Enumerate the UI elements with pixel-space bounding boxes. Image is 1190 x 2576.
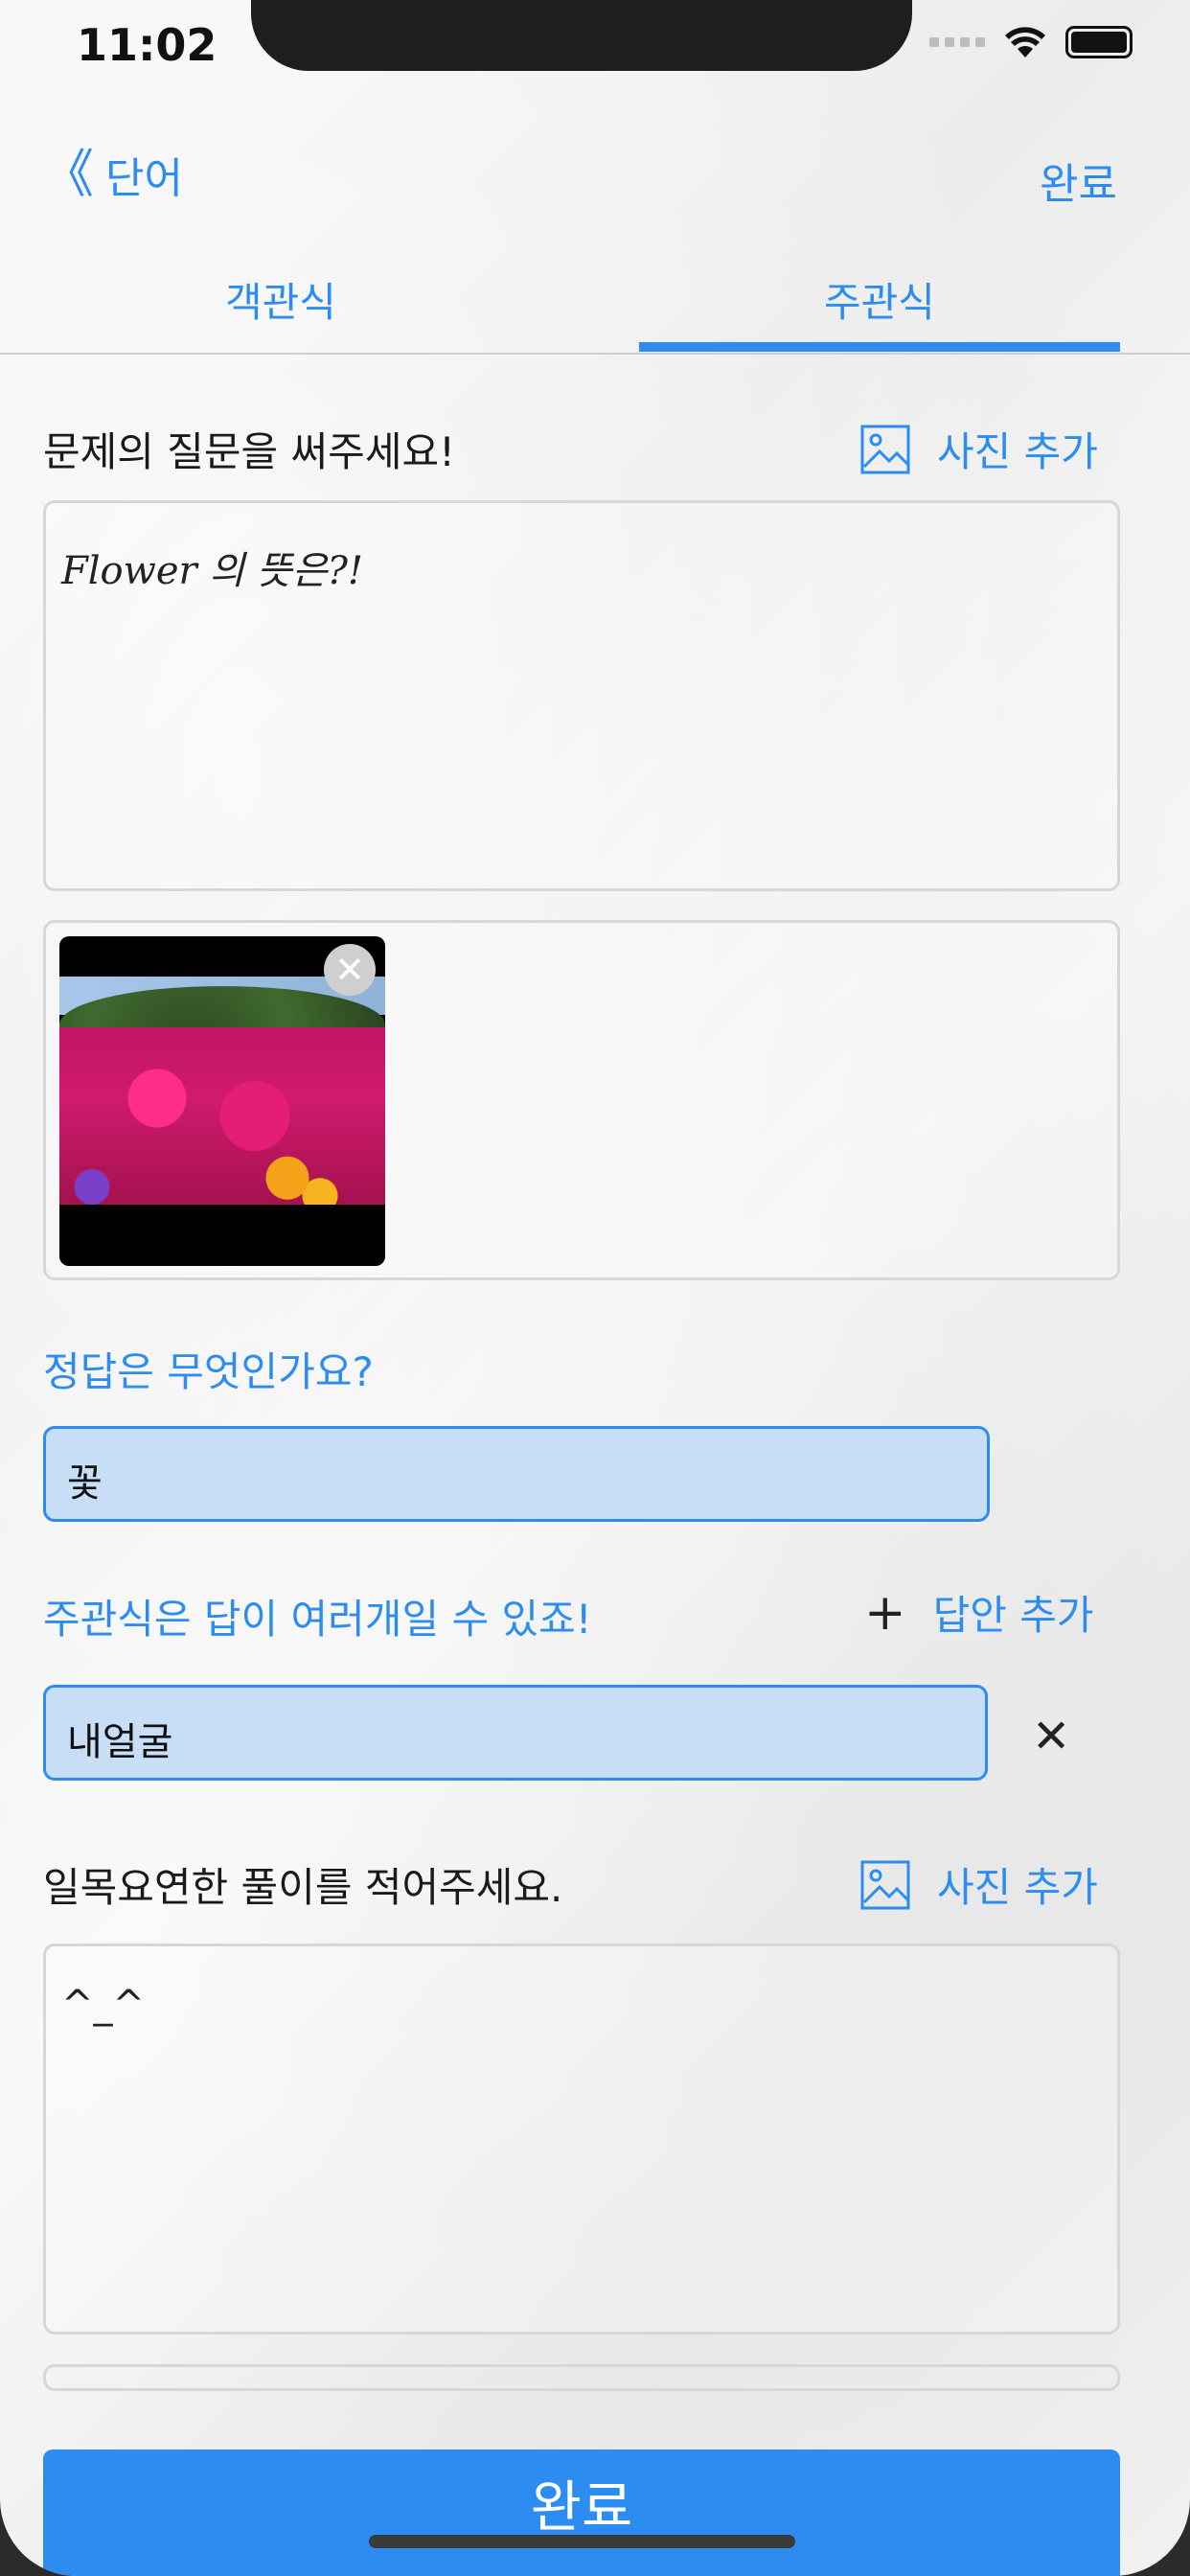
- answer-label: 정답은 무엇인가요?: [43, 1348, 374, 1395]
- status-time: 11:02: [77, 19, 217, 71]
- question-text: Flower 의 뜻은?!: [61, 549, 364, 593]
- battery-icon: [1065, 26, 1133, 58]
- home-indicator: [369, 2535, 795, 2548]
- question-text-area[interactable]: Flower 의 뜻은?!: [43, 500, 1120, 891]
- notch: [251, 0, 912, 71]
- screen: 11:02 《 단어 완료 객관식 주관식 문제의 질문을 써주세요! 사진 추…: [0, 0, 1190, 2576]
- alternatives-label: 주관식은 답이 여러개일 수 있죠!: [43, 1596, 592, 1643]
- tab-short-answer[interactable]: 주관식: [824, 270, 935, 329]
- answer-input[interactable]: 꽃: [43, 1426, 990, 1522]
- alternative-answer-input[interactable]: 내얼굴: [43, 1685, 988, 1781]
- add-answer-button[interactable]: + 답안 추가: [864, 1583, 1094, 1642]
- explanation-text-area[interactable]: ^_^: [43, 1944, 1120, 2334]
- add-answer-label: 답안 추가: [932, 1592, 1094, 1639]
- status-icons: [929, 25, 1133, 59]
- explanation-text: ^_^: [61, 1983, 146, 2027]
- explanation-prompt: 일목요연한 풀이를 적어주세요.: [43, 1864, 563, 1911]
- wifi-icon: [1005, 27, 1045, 58]
- submit-button[interactable]: 완료: [43, 2450, 1120, 2576]
- question-prompt: 문제의 질문을 써주세요!: [43, 428, 455, 475]
- image-icon: [860, 1860, 910, 1909]
- explanation-image-box: [43, 2364, 1120, 2391]
- add-photo-label: 사진 추가: [937, 428, 1098, 475]
- explanation-add-photo-button[interactable]: 사진 추가: [860, 1855, 1098, 1914]
- tab-multiple-choice[interactable]: 객관식: [225, 270, 336, 329]
- question-add-photo-button[interactable]: 사진 추가: [860, 420, 1098, 478]
- back-label: 단어: [105, 154, 183, 203]
- alternative-answer-value: 내얼굴: [67, 1720, 173, 1764]
- image-icon: [860, 425, 910, 473]
- remove-answer-icon[interactable]: ✕: [1032, 1710, 1070, 1763]
- tab-divider: [0, 353, 1190, 355]
- back-button[interactable]: 《 단어: [42, 144, 183, 205]
- close-icon[interactable]: ✕: [324, 944, 376, 996]
- plus-icon: +: [864, 1583, 906, 1642]
- signal-icon: [929, 37, 985, 47]
- tab-selected-indicator: [639, 342, 1120, 352]
- done-button[interactable]: 완료: [1040, 150, 1117, 211]
- answer-value: 꽃: [67, 1461, 103, 1506]
- chevron-left-icon: 《: [42, 144, 94, 204]
- add-photo-label: 사진 추가: [937, 1864, 1098, 1911]
